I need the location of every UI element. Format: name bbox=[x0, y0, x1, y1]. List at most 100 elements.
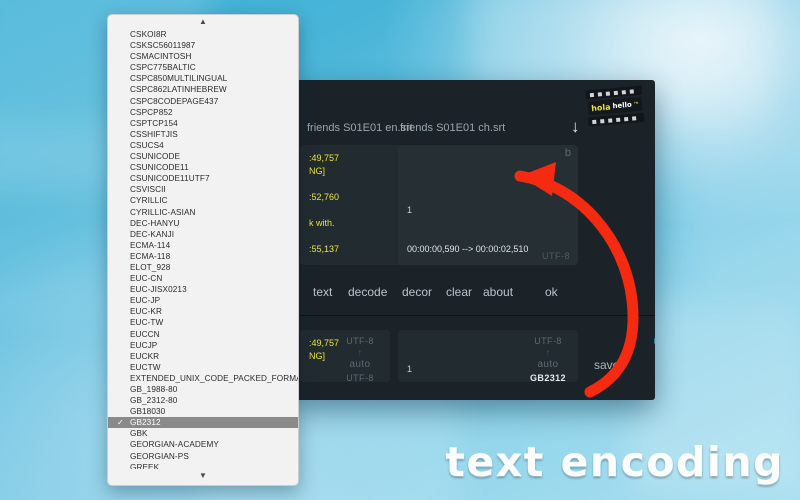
encoding-option-euccn[interactable]: EUCCN bbox=[108, 329, 298, 340]
encoding-option-list[interactable]: CSKOI8R CSKSC56011987 CSMACINTOSH CSPC775BA… bbox=[108, 29, 298, 469]
encoding-option-label: GB18030 bbox=[130, 407, 166, 417]
encoding-option-label: GB_2312-80 bbox=[130, 396, 178, 406]
encoding-option-cskoi8r[interactable]: CSKOI8R bbox=[108, 29, 298, 40]
encoding-option-georgian-ps[interactable]: GEORGIAN-PS bbox=[108, 451, 298, 462]
target-file-label[interactable]: friends S01E01 ch.srt bbox=[400, 122, 505, 134]
download-arrow-icon[interactable]: ↓ bbox=[571, 118, 580, 135]
encoding-option-csmacintosh[interactable]: CSMACINTOSH bbox=[108, 51, 298, 62]
encoding-option-cspc850multilingual[interactable]: CSPC850MULTILINGUAL bbox=[108, 73, 298, 84]
check-icon: ✓ bbox=[117, 418, 124, 428]
lower-target-text: 1 00:00:00,590 --> 00:00:02,510 °r—°'ті[… bbox=[407, 337, 528, 400]
encoding-option-label: EUC-TW bbox=[130, 318, 164, 328]
encoding-option-cyrillic[interactable]: CYRILLIC bbox=[108, 195, 298, 206]
encoding-option-label: DEC-KANJI bbox=[130, 229, 175, 239]
action-button-bar: text decode decor clear about ok bbox=[290, 280, 655, 310]
source-file-label[interactable]: friends S01E01 en.srt bbox=[307, 122, 413, 134]
encoding-option-label: EUC-JISX0213 bbox=[130, 285, 187, 295]
encoding-option-csptcp154[interactable]: CSPTCP154 bbox=[108, 118, 298, 129]
clear-button[interactable]: clear bbox=[446, 285, 472, 299]
encoding-option-euc-tw[interactable]: EUC-TW bbox=[108, 317, 298, 328]
lower-target-panel[interactable]: 1 00:00:00,590 --> 00:00:02,510 °r—°'ті[… bbox=[398, 330, 578, 383]
encoding-option-label: CSPCP852 bbox=[130, 107, 173, 117]
encoding-option-label: EUCCN bbox=[130, 329, 160, 339]
encoding-option-label: CSSHIFTJIS bbox=[130, 129, 178, 139]
encoding-option-cyrillic-asian[interactable]: CYRILLIC-ASIAN bbox=[108, 207, 298, 218]
encoding-option-gb_1988-80[interactable]: GB_1988-80 bbox=[108, 384, 298, 395]
encoding-option-eucjp[interactable]: EUCJP bbox=[108, 340, 298, 351]
encoding-option-cspc8codepage437[interactable]: CSPC8CODEPAGE437 bbox=[108, 96, 298, 107]
source-pane-text: :49,757 NG] :52,760 k with. :55,137 bbox=[309, 153, 340, 255]
encoding-option-elot_928[interactable]: ELOT_928 bbox=[108, 262, 298, 273]
encoding-option-euctw[interactable]: EUCTW bbox=[108, 362, 298, 373]
encoding-option-gb2312[interactable]: ✓ GB2312 bbox=[108, 417, 298, 429]
encoding-option-euc-jisx0213[interactable]: EUC-JISX0213 bbox=[108, 284, 298, 295]
encoding-option-label: EUCJP bbox=[130, 340, 158, 350]
scroll-down-arrow-icon[interactable]: ▼ bbox=[108, 469, 298, 483]
logo-hola-text: hola bbox=[590, 101, 611, 113]
lower-source-encoding-meta: UTF-8 ↑ auto UTF-8 bbox=[337, 335, 383, 386]
encoding-option-label: CSUNICODE bbox=[130, 152, 181, 162]
decode-button[interactable]: decode bbox=[348, 285, 387, 299]
encoding-option-label: CSPTCP154 bbox=[130, 118, 178, 128]
encoding-option-georgian-academy[interactable]: GEORGIAN-ACADEMY bbox=[108, 439, 298, 450]
encoding-option-dec-kanji[interactable]: DEC-KANJI bbox=[108, 229, 298, 240]
encoding-option-euc-jp[interactable]: EUC-JP bbox=[108, 295, 298, 306]
lower-target-output-encoding[interactable]: GB2312 bbox=[530, 373, 566, 383]
encoding-option-dec-hanyu[interactable]: DEC-HANYU bbox=[108, 218, 298, 229]
encoding-option-csunicode11utf7[interactable]: CSUNICODE11UTF7 bbox=[108, 173, 298, 184]
encoding-option-euckr[interactable]: EUCKR bbox=[108, 351, 298, 362]
lower-target-mode[interactable]: auto bbox=[537, 359, 558, 370]
encoding-option-gb_2312-80[interactable]: GB_2312-80 bbox=[108, 395, 298, 406]
encoding-option-label: CSVISCII bbox=[130, 185, 166, 195]
lower-target-index: 1 bbox=[407, 364, 413, 375]
encoding-option-label: CSPC850MULTILINGUAL bbox=[130, 74, 228, 84]
ok-button[interactable]: ok bbox=[545, 285, 558, 299]
lower-source-text: :49,757 NG] bbox=[309, 338, 340, 362]
encoding-option-csviscii[interactable]: CSVISCII bbox=[108, 184, 298, 195]
logo-hello-text: hello bbox=[612, 100, 633, 111]
encoding-option-greek[interactable]: GREEK bbox=[108, 462, 298, 469]
encoding-option-csshiftjis[interactable]: CSSHIFTJIS bbox=[108, 129, 298, 140]
encoding-option-label: GEORGIAN-PS bbox=[130, 451, 189, 461]
encoding-option-ecma-114[interactable]: ECMA-114 bbox=[108, 240, 298, 251]
encoding-option-label: GB_1988-80 bbox=[130, 385, 178, 394]
encoding-option-label: CSPC8CODEPAGE437 bbox=[130, 96, 219, 106]
file-label-row: friends S01E01 en.srt friends S01E01 ch.… bbox=[290, 118, 655, 142]
window-resize-handle[interactable] bbox=[654, 338, 655, 344]
decor-button[interactable]: decor bbox=[402, 285, 432, 299]
encoding-option-gb18030[interactable]: GB18030 bbox=[108, 406, 298, 417]
encoding-option-ecma-118[interactable]: ECMA-118 bbox=[108, 251, 298, 262]
text-button[interactable]: text bbox=[313, 285, 332, 299]
encoding-option-label: EXTENDED_UNIX_CODE_PACKED_FORMAT_FOR_JAP… bbox=[130, 373, 298, 383]
encoding-option-euc-cn[interactable]: EUC-CN bbox=[108, 273, 298, 284]
save-button[interactable]: save bbox=[594, 358, 619, 372]
encoding-option-label: ECMA-114 bbox=[130, 240, 171, 250]
about-button[interactable]: about bbox=[483, 285, 513, 299]
encoding-option-csksc56011987[interactable]: CSKSC56011987 bbox=[108, 40, 298, 51]
lower-target-convert-arrow-icon: ↑ bbox=[545, 347, 551, 357]
encoding-option-label: CYRILLIC-ASIAN bbox=[130, 207, 196, 217]
encoding-option-extended_unix_code_packed_format_for_japanese[interactable]: EXTENDED_UNIX_CODE_PACKED_FORMAT_FOR_JAP… bbox=[108, 373, 298, 384]
encoding-option-csunicode11[interactable]: CSUNICODE11 bbox=[108, 162, 298, 173]
lower-source-mode[interactable]: auto bbox=[349, 359, 370, 370]
encoding-option-gbk[interactable]: GBK bbox=[108, 428, 298, 439]
encoding-option-cspcp852[interactable]: CSPCP852 bbox=[108, 107, 298, 118]
lower-target-input-encoding[interactable]: UTF-8 bbox=[534, 336, 562, 346]
scroll-up-arrow-icon[interactable]: ▲ bbox=[108, 15, 298, 29]
encoding-option-csucs4[interactable]: CSUCS4 bbox=[108, 140, 298, 151]
lower-target-encoding-meta: UTF-8 ↑ auto GB2312 bbox=[525, 335, 571, 386]
lower-source-panel[interactable]: :49,757 NG] UTF-8 ↑ auto UTF-8 bbox=[300, 330, 390, 383]
encoding-option-cspc862latinhebrew[interactable]: CSPC862LATINHEBREW bbox=[108, 84, 298, 95]
encoding-option-csunicode[interactable]: CSUNICODE bbox=[108, 151, 298, 162]
encoding-option-cspc775baltic[interactable]: CSPC775BALTIC bbox=[108, 62, 298, 73]
encoding-option-label: EUC-CN bbox=[130, 274, 163, 284]
app-window: hola hello ™ friends S01E01 en.srt friends… bbox=[290, 80, 655, 400]
target-subtitle-pane[interactable]: b 1 00:00:00,590 --> 00:00:02,510 《小镇春色》… bbox=[398, 145, 578, 265]
lower-source-input-encoding[interactable]: UTF-8 bbox=[346, 336, 374, 346]
encoding-option-label: DEC-HANYU bbox=[130, 218, 180, 228]
encoding-dropdown-menu[interactable]: ▲ CSKOI8R CSKSC56011987 CSMACINTOSH CSPC775… bbox=[107, 14, 299, 486]
lower-source-output-encoding[interactable]: UTF-8 bbox=[346, 373, 374, 383]
encoding-option-euc-kr[interactable]: EUC-KR bbox=[108, 306, 298, 317]
encoding-option-label: CSPC775BALTIC bbox=[130, 63, 196, 73]
encoding-option-label: CSKSC56011987 bbox=[130, 41, 196, 51]
